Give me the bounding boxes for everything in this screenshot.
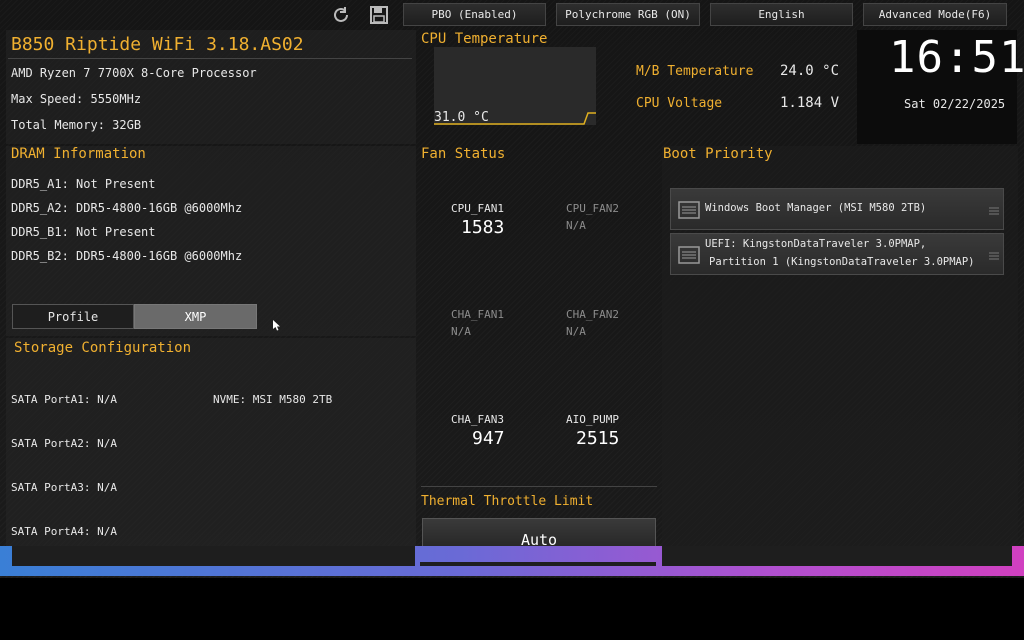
board-name: B850 Riptide WiFi 3.18.AS02 — [11, 34, 304, 55]
fan-value-cha-fan1: N/A — [451, 325, 471, 338]
dram-slot-b1: DDR5_B1: Not Present — [11, 225, 156, 239]
fan-value-cha-fan2: N/A — [566, 325, 586, 338]
cpu-model: AMD Ryzen 7 7700X 8-Core Processor — [11, 66, 257, 80]
fan-name-cha-fan3: CHA_FAN3 — [451, 413, 504, 426]
dram-slot-a2: DDR5_A2: DDR5-4800-16GB @6000Mhz — [11, 201, 243, 215]
max-speed: Max Speed: 5550MHz — [11, 92, 142, 106]
sata-port-a3: SATA PortA3: N/A — [11, 481, 117, 494]
dram-slot-b2: DDR5_B2: DDR5-4800-16GB @6000Mhz — [11, 249, 243, 263]
pbo-button[interactable]: PBO (Enabled) — [403, 3, 546, 26]
fan-value-aio-pump: 2515 — [576, 428, 620, 449]
fan-name-cpu-fan2: CPU_FAN2 — [566, 202, 619, 215]
fan-name-cpu-fan1: CPU_FAN1 — [451, 202, 504, 215]
mb-temp-value: 24.0 °C — [780, 63, 840, 79]
footer-panel — [420, 562, 656, 566]
profile-tab[interactable]: Profile — [12, 304, 134, 329]
drive-icon — [678, 201, 700, 223]
footer-panel — [662, 546, 1012, 566]
boot-item[interactable]: Windows Boot Manager (MSI M580 2TB) — [670, 188, 1004, 230]
dram-title: DRAM Information — [11, 146, 146, 162]
sata-port-a2: SATA PortA2: N/A — [11, 437, 117, 450]
drag-handle-icon[interactable] — [989, 201, 999, 220]
thermal-throttle-title: Thermal Throttle Limit — [421, 494, 594, 509]
boot-item-label: Windows Boot Manager (MSI M580 2TB) — [705, 202, 927, 214]
polychrome-rgb-button[interactable]: Polychrome RGB (ON) — [556, 3, 700, 26]
bios-screen: PBO (Enabled) Polychrome RGB (ON) Englis… — [0, 0, 1024, 578]
fan-value-cha-fan3: 947 — [472, 428, 505, 449]
drag-handle-icon[interactable] — [989, 246, 999, 265]
fan-status-title: Fan Status — [421, 146, 506, 162]
boot-priority-title: Boot Priority — [663, 146, 773, 162]
language-button[interactable]: English — [710, 3, 853, 26]
refresh-icon[interactable] — [330, 4, 352, 26]
sata-port-a4: SATA PortA4: N/A — [11, 525, 117, 538]
total-memory: Total Memory: 32GB — [11, 118, 142, 132]
boot-item-sublabel: Partition 1 (KingstonDataTraveler 3.0PMA… — [709, 256, 975, 268]
storage-title: Storage Configuration — [14, 340, 192, 356]
divider — [8, 58, 412, 59]
sata-port-a1: SATA PortA1: N/A — [11, 393, 117, 406]
fan-name-aio-pump: AIO_PUMP — [566, 413, 619, 426]
cpu-voltage-label: CPU Voltage — [636, 96, 723, 111]
nvme-device: NVME: MSI M580 2TB — [213, 393, 333, 406]
fan-name-cha-fan1: CHA_FAN1 — [451, 308, 504, 321]
mb-temp-label: M/B Temperature — [636, 64, 754, 79]
fan-value-cpu-fan2: N/A — [566, 219, 586, 232]
mouse-cursor-icon — [273, 316, 281, 335]
save-icon[interactable] — [368, 4, 390, 26]
fan-value-cpu-fan1: 1583 — [461, 217, 505, 238]
cpu-temp-value: 31.0 °C — [434, 110, 489, 125]
boot-item[interactable]: UEFI: KingstonDataTraveler 3.0PMAP, Part… — [670, 233, 1004, 275]
cpu-voltage-value: 1.184 V — [780, 95, 840, 111]
drive-icon — [678, 246, 700, 268]
fan-name-cha-fan2: CHA_FAN2 — [566, 308, 619, 321]
dram-slot-a1: DDR5_A1: Not Present — [11, 177, 156, 191]
cpu-temp-title: CPU Temperature — [421, 31, 548, 47]
clock-date: Sat 02/22/2025 — [904, 97, 1006, 111]
boot-item-label: UEFI: KingstonDataTraveler 3.0PMAP, — [705, 238, 927, 250]
xmp-tab[interactable]: XMP — [134, 304, 257, 329]
footer-panel — [12, 546, 415, 566]
clock-time: 16:51 — [889, 32, 1024, 83]
divider — [421, 486, 657, 487]
advanced-mode-button[interactable]: Advanced Mode(F6) — [863, 3, 1007, 26]
